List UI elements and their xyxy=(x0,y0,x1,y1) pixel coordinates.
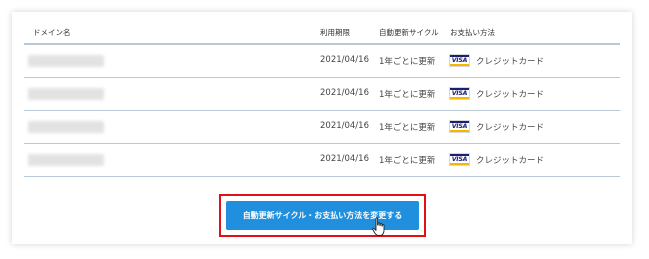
highlight-frame: 自動更新サイクル・お支払い方法を変更する xyxy=(219,194,426,237)
payment-method: クレジットカード xyxy=(476,156,545,166)
payment-method: クレジットカード xyxy=(476,57,545,67)
table-row: 2021/04/16 1年ごとに更新 VISA クレジットカード xyxy=(24,144,620,177)
header-payment-method: お支払い方法 xyxy=(450,28,495,37)
change-renewal-payment-button[interactable]: 自動更新サイクル・お支払い方法を変更する xyxy=(226,201,419,230)
table-row: 2021/04/16 1年ごとに更新 VISA クレジットカード xyxy=(24,45,620,78)
expiration-date: 2021/04/16 xyxy=(320,55,369,65)
payment-method: クレジットカード xyxy=(476,123,545,133)
renewal-cycle: 1年ごとに更新 xyxy=(379,156,436,166)
visa-card-icon: VISA xyxy=(449,54,470,67)
visa-card-icon: VISA xyxy=(449,87,470,100)
visa-card-icon: VISA xyxy=(449,120,470,133)
expiration-date: 2021/04/16 xyxy=(320,121,369,131)
table-row: 2021/04/16 1年ごとに更新 VISA クレジットカード xyxy=(24,78,620,111)
renewal-cycle: 1年ごとに更新 xyxy=(379,57,436,67)
header-expiration: 利用期限 xyxy=(320,28,350,37)
expiration-date: 2021/04/16 xyxy=(320,154,369,164)
hand-pointer-icon xyxy=(372,217,385,236)
redacted-domain-name xyxy=(28,154,104,166)
redacted-domain-name xyxy=(28,88,104,100)
table-row: 2021/04/16 1年ごとに更新 VISA クレジットカード xyxy=(24,111,620,144)
renewal-cycle: 1年ごとに更新 xyxy=(379,90,436,100)
expiration-date: 2021/04/16 xyxy=(320,88,369,98)
header-domain-name: ドメイン名 xyxy=(33,28,71,37)
visa-card-icon: VISA xyxy=(449,153,470,166)
renewal-cycle: 1年ごとに更新 xyxy=(379,123,436,133)
header-renewal-cycle: 自動更新サイクル xyxy=(379,28,439,37)
payment-method: クレジットカード xyxy=(476,90,545,100)
redacted-domain-name xyxy=(28,55,104,67)
table-header: ドメイン名 利用期限 自動更新サイクル お支払い方法 xyxy=(24,21,620,45)
redacted-domain-name xyxy=(28,121,104,133)
